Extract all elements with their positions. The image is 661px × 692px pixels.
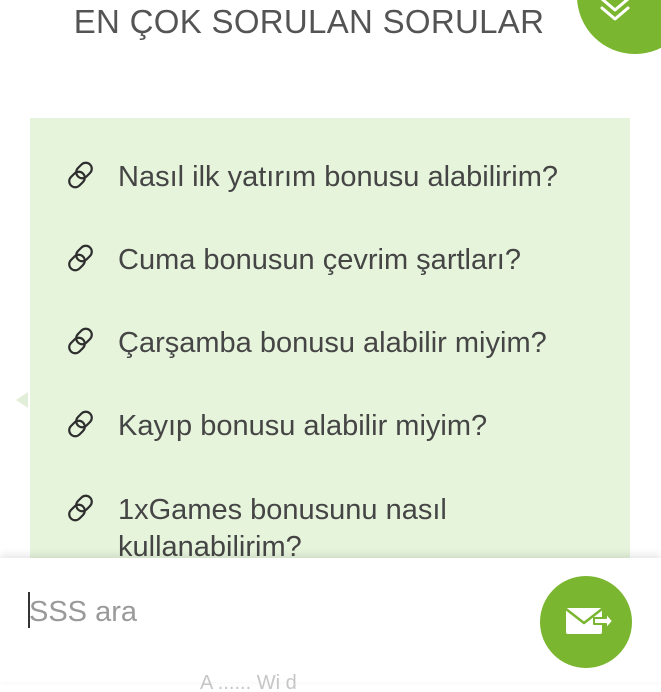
link-icon	[68, 327, 93, 355]
link-icon	[68, 410, 93, 438]
faq-item[interactable]: Kayıp bonusu alabilir miyim?	[30, 408, 590, 448]
double-chevron-down-icon	[600, 0, 630, 21]
faq-item[interactable]: Çarşamba bonusu alabilir miyim?	[30, 325, 590, 365]
faq-item-label: Çarşamba bonusu alabilir miyim?	[118, 327, 547, 359]
send-button[interactable]	[540, 576, 632, 668]
footer-partial-text: A ...... Wi d	[200, 672, 297, 692]
faq-item-label: Kayıp bonusu alabilir miyim?	[118, 410, 488, 442]
faq-item-label: 1xGames bonusunu nasıl kullanabilirim?	[118, 494, 447, 563]
link-icon	[68, 161, 93, 189]
text-cursor	[28, 592, 30, 628]
page-title: EN ÇOK SORULAN SORULAR	[73, 3, 545, 40]
search-bar: A ...... Wi d	[0, 558, 661, 692]
carousel-prev-arrow[interactable]	[16, 392, 28, 408]
envelope-send-icon	[565, 608, 614, 634]
link-icon	[68, 244, 93, 272]
collapse-toggle-button[interactable]	[577, 0, 661, 54]
search-input[interactable]	[26, 588, 509, 636]
link-icon	[68, 494, 93, 522]
faq-item-label: Nasıl ilk yatırım bonusu alabilirim?	[118, 161, 558, 193]
faq-item[interactable]: 1xGames bonusunu nasıl kullanabilirim?	[30, 492, 590, 568]
faq-item[interactable]: Nasıl ilk yatırım bonusu alabilirim?	[30, 159, 590, 199]
faq-item-label: Cuma bonusun çevrim şartları?	[118, 244, 521, 276]
faq-panel: Nasıl ilk yatırım bonusu alabilirim? Cum…	[30, 118, 630, 568]
faq-item[interactable]: Cuma bonusun çevrim şartları?	[30, 242, 590, 282]
